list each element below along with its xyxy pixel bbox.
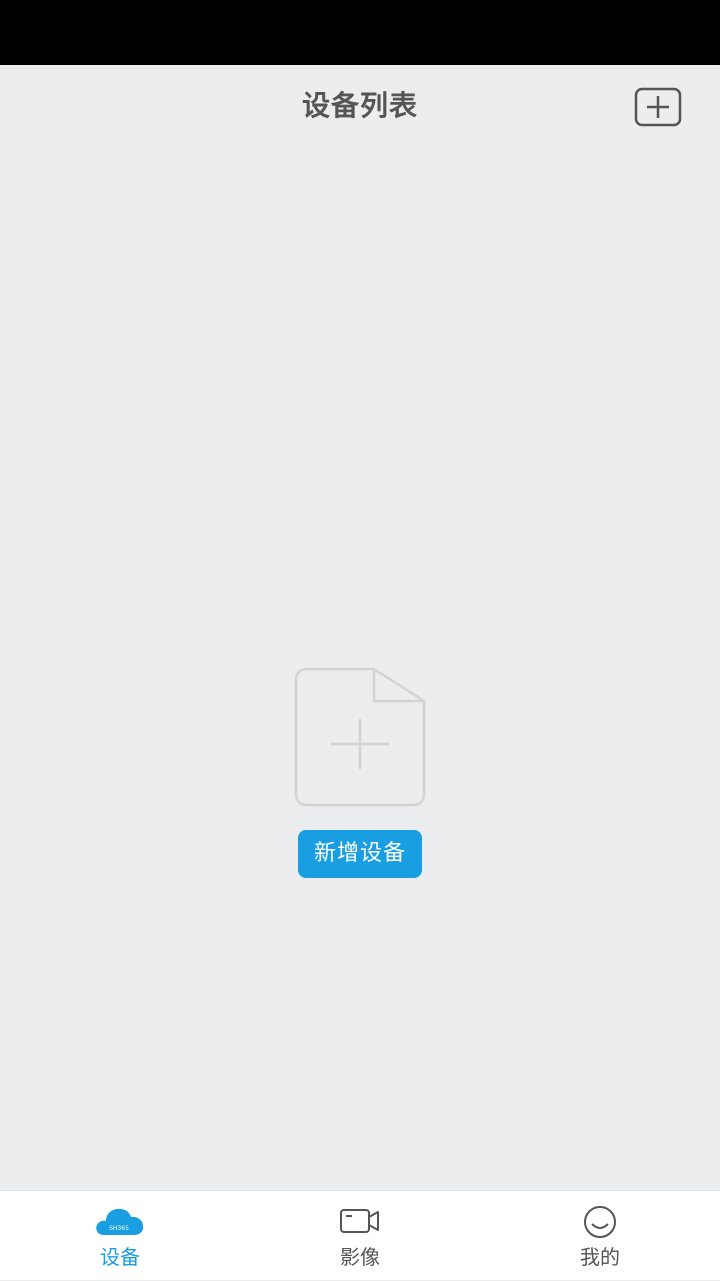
tab-media[interactable]: 影像	[240, 1191, 480, 1281]
smiley-icon	[584, 1206, 616, 1238]
bottom-tab-bar: SH365 设备 影像 我的	[0, 1190, 720, 1280]
tab-profile-label: 我的	[580, 1245, 620, 1269]
header: 设备列表	[0, 65, 720, 149]
tab-devices-label: 设备	[100, 1245, 140, 1269]
add-device-header-button[interactable]	[634, 86, 682, 128]
tab-media-label: 影像	[340, 1245, 380, 1269]
cloud-icon: SH365	[96, 1208, 144, 1235]
add-file-icon	[294, 667, 426, 807]
tab-devices-icon-wrap: SH365	[0, 1205, 240, 1241]
tab-devices[interactable]: SH365 设备	[0, 1191, 240, 1281]
empty-state-icon	[294, 665, 428, 809]
add-device-button[interactable]: 新增设备	[298, 830, 422, 878]
plus-square-icon	[634, 87, 682, 127]
status-bar	[0, 0, 720, 65]
page-title: 设备列表	[301, 89, 418, 122]
tab-media-icon-wrap	[240, 1205, 480, 1241]
cloud-icon-text: SH365	[109, 1225, 129, 1232]
tab-profile-icon-wrap	[480, 1205, 720, 1241]
device-list-area: 新增设备	[0, 149, 720, 1190]
tab-profile[interactable]: 我的	[480, 1191, 720, 1281]
video-camera-icon	[340, 1209, 379, 1233]
